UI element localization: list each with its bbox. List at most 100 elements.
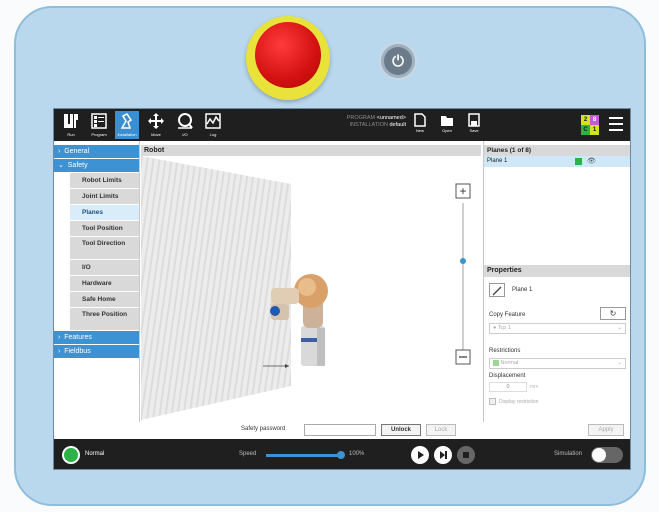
sidebar-item-planes[interactable]: Planes <box>70 205 139 220</box>
safety-password-bar: Safety password Unlock Lock Apply <box>54 422 630 438</box>
pencil-icon <box>492 286 502 296</box>
step-button[interactable] <box>434 446 452 464</box>
toggle-knob <box>592 448 606 462</box>
copy-feature-select[interactable]: ● Tcp 1 ⌄ <box>489 323 626 334</box>
installation-icon <box>120 113 133 129</box>
display-restriction-checkbox[interactable] <box>489 398 496 405</box>
sidebar-item-robot-limits[interactable]: Robot Limits <box>70 173 139 188</box>
zoom-slider[interactable]: + <box>455 183 471 365</box>
stop-icon <box>463 452 469 458</box>
content-title: Robot <box>141 145 481 156</box>
power-button[interactable]: ⏻ <box>379 42 417 80</box>
open-label: Open <box>442 128 452 133</box>
restrictions-select[interactable]: Normal ⌄ <box>489 358 626 369</box>
chevron-down-icon: ⌄ <box>617 325 622 331</box>
unlock-button[interactable]: Unlock <box>381 424 421 436</box>
refresh-button[interactable]: ↻ <box>600 307 626 320</box>
nav-program-label: Program <box>91 132 107 137</box>
sidebar-item-safe-home[interactable]: Safe Home <box>70 292 139 307</box>
step-icon <box>440 451 447 459</box>
new-button[interactable]: New <box>412 113 428 137</box>
plane-list-item[interactable]: Plane 1 👁 <box>484 156 630 167</box>
stop-button[interactable] <box>457 446 475 464</box>
rename-button[interactable] <box>489 283 505 297</box>
sidebar-general-label: General <box>64 148 90 155</box>
nav-io-label: I/O <box>182 132 188 137</box>
copy-feature-value: Tcp 1 <box>497 325 511 331</box>
displacement-input[interactable]: 0 <box>489 382 527 392</box>
play-button[interactable] <box>411 446 429 464</box>
safety-password-input[interactable] <box>304 424 376 436</box>
properties-title: Properties <box>484 265 630 277</box>
sidebar-item-three-position[interactable]: Three Position <box>70 308 139 330</box>
plane-enabled-indicator <box>575 158 582 165</box>
speed-value: 100% <box>349 451 365 457</box>
displacement-unit: mm <box>530 384 539 390</box>
chevron-down-icon: ⌄ <box>617 360 622 366</box>
sidebar-item-tool-position[interactable]: Tool Position <box>70 221 139 236</box>
robot-3d-view[interactable]: + <box>141 156 481 420</box>
restrictions-value: Normal <box>500 360 519 366</box>
program-name: <unnamed> <box>376 115 406 121</box>
safety-password-label: Safety password <box>241 426 286 432</box>
sidebar-fieldbus-label: Fieldbus <box>64 348 91 355</box>
sidebar-item-fieldbus[interactable]: › Fieldbus <box>54 345 139 358</box>
refresh-icon: ↻ <box>609 309 617 318</box>
log-icon <box>205 113 221 129</box>
speed-slider-handle[interactable] <box>337 451 345 459</box>
control-status-badge[interactable]: 2 8 C 1 <box>581 115 599 135</box>
nav-program[interactable]: Program <box>87 111 111 139</box>
speed-slider[interactable] <box>266 451 345 459</box>
plane-name: Plane 1 <box>512 287 533 293</box>
nav-io[interactable]: I/O <box>173 111 197 139</box>
nav-installation[interactable]: Installation <box>115 111 139 139</box>
badge-top-right: 8 <box>590 115 599 125</box>
pendant-screen: Run Program Installation Move I/O Log PR… <box>53 108 631 470</box>
nav-move-label: Move <box>151 132 161 137</box>
save-icon <box>468 113 480 127</box>
planes-title: Planes (1 of 8) <box>484 145 630 156</box>
safety-plane <box>141 156 291 420</box>
zoom-handle <box>460 258 466 264</box>
simulation-toggle[interactable] <box>591 447 623 463</box>
new-file-icon <box>414 113 426 127</box>
visibility-eye-icon[interactable]: 👁 <box>587 156 596 167</box>
nav-log[interactable]: Log <box>201 111 225 139</box>
open-button[interactable]: Open <box>439 113 455 137</box>
sidebar-item-io[interactable]: I/O <box>70 260 139 275</box>
simulation-label: Simulation <box>554 451 583 457</box>
emergency-stop-button[interactable] <box>255 22 321 88</box>
nav-run[interactable]: Run <box>59 111 83 139</box>
folder-icon <box>441 116 453 126</box>
lock-button[interactable]: Lock <box>426 424 456 436</box>
normal-mode-icon <box>493 359 499 366</box>
robot-status-button[interactable] <box>62 446 80 464</box>
sidebar-item-tool-direction[interactable]: Tool Direction <box>70 237 139 259</box>
ur-logo-icon <box>64 114 78 128</box>
svg-text:+: + <box>459 184 466 198</box>
sidebar-item-joint-limits[interactable]: Joint Limits <box>70 189 139 204</box>
installation-name: default <box>389 122 406 128</box>
planes-panel: Planes (1 of 8) Plane 1 👁 Properties Pla… <box>483 141 630 422</box>
save-button[interactable]: Save <box>466 113 482 137</box>
installation-label: INSTALLATION <box>349 122 388 128</box>
display-restriction-label: Display restriction <box>499 399 539 405</box>
sidebar-item-features[interactable]: › Features <box>54 331 139 344</box>
nav-installation-label: Installation <box>117 132 137 137</box>
sidebar-item-hardware[interactable]: Hardware <box>70 276 139 291</box>
sidebar-item-general[interactable]: › General <box>54 145 139 158</box>
hamburger-menu-icon[interactable] <box>609 117 623 131</box>
new-label: New <box>415 128 424 133</box>
program-label: PROGRAM <box>346 115 376 121</box>
power-icon: ⏻ <box>384 47 412 75</box>
apply-button[interactable]: Apply <box>588 424 624 436</box>
speed-label: Speed <box>239 451 257 457</box>
header-bar: Run Program Installation Move I/O Log PR… <box>54 109 630 141</box>
nav-move[interactable]: Move <box>144 111 168 139</box>
sidebar-item-safety[interactable]: ⌄ Safety <box>54 159 139 172</box>
nav-run-label: Run <box>67 132 75 137</box>
badge-bottom-right: 1 <box>590 125 599 135</box>
badge-top-left: 2 <box>581 115 590 125</box>
restrictions-label: Restrictions <box>489 348 521 354</box>
robot-scene: + <box>141 156 471 420</box>
